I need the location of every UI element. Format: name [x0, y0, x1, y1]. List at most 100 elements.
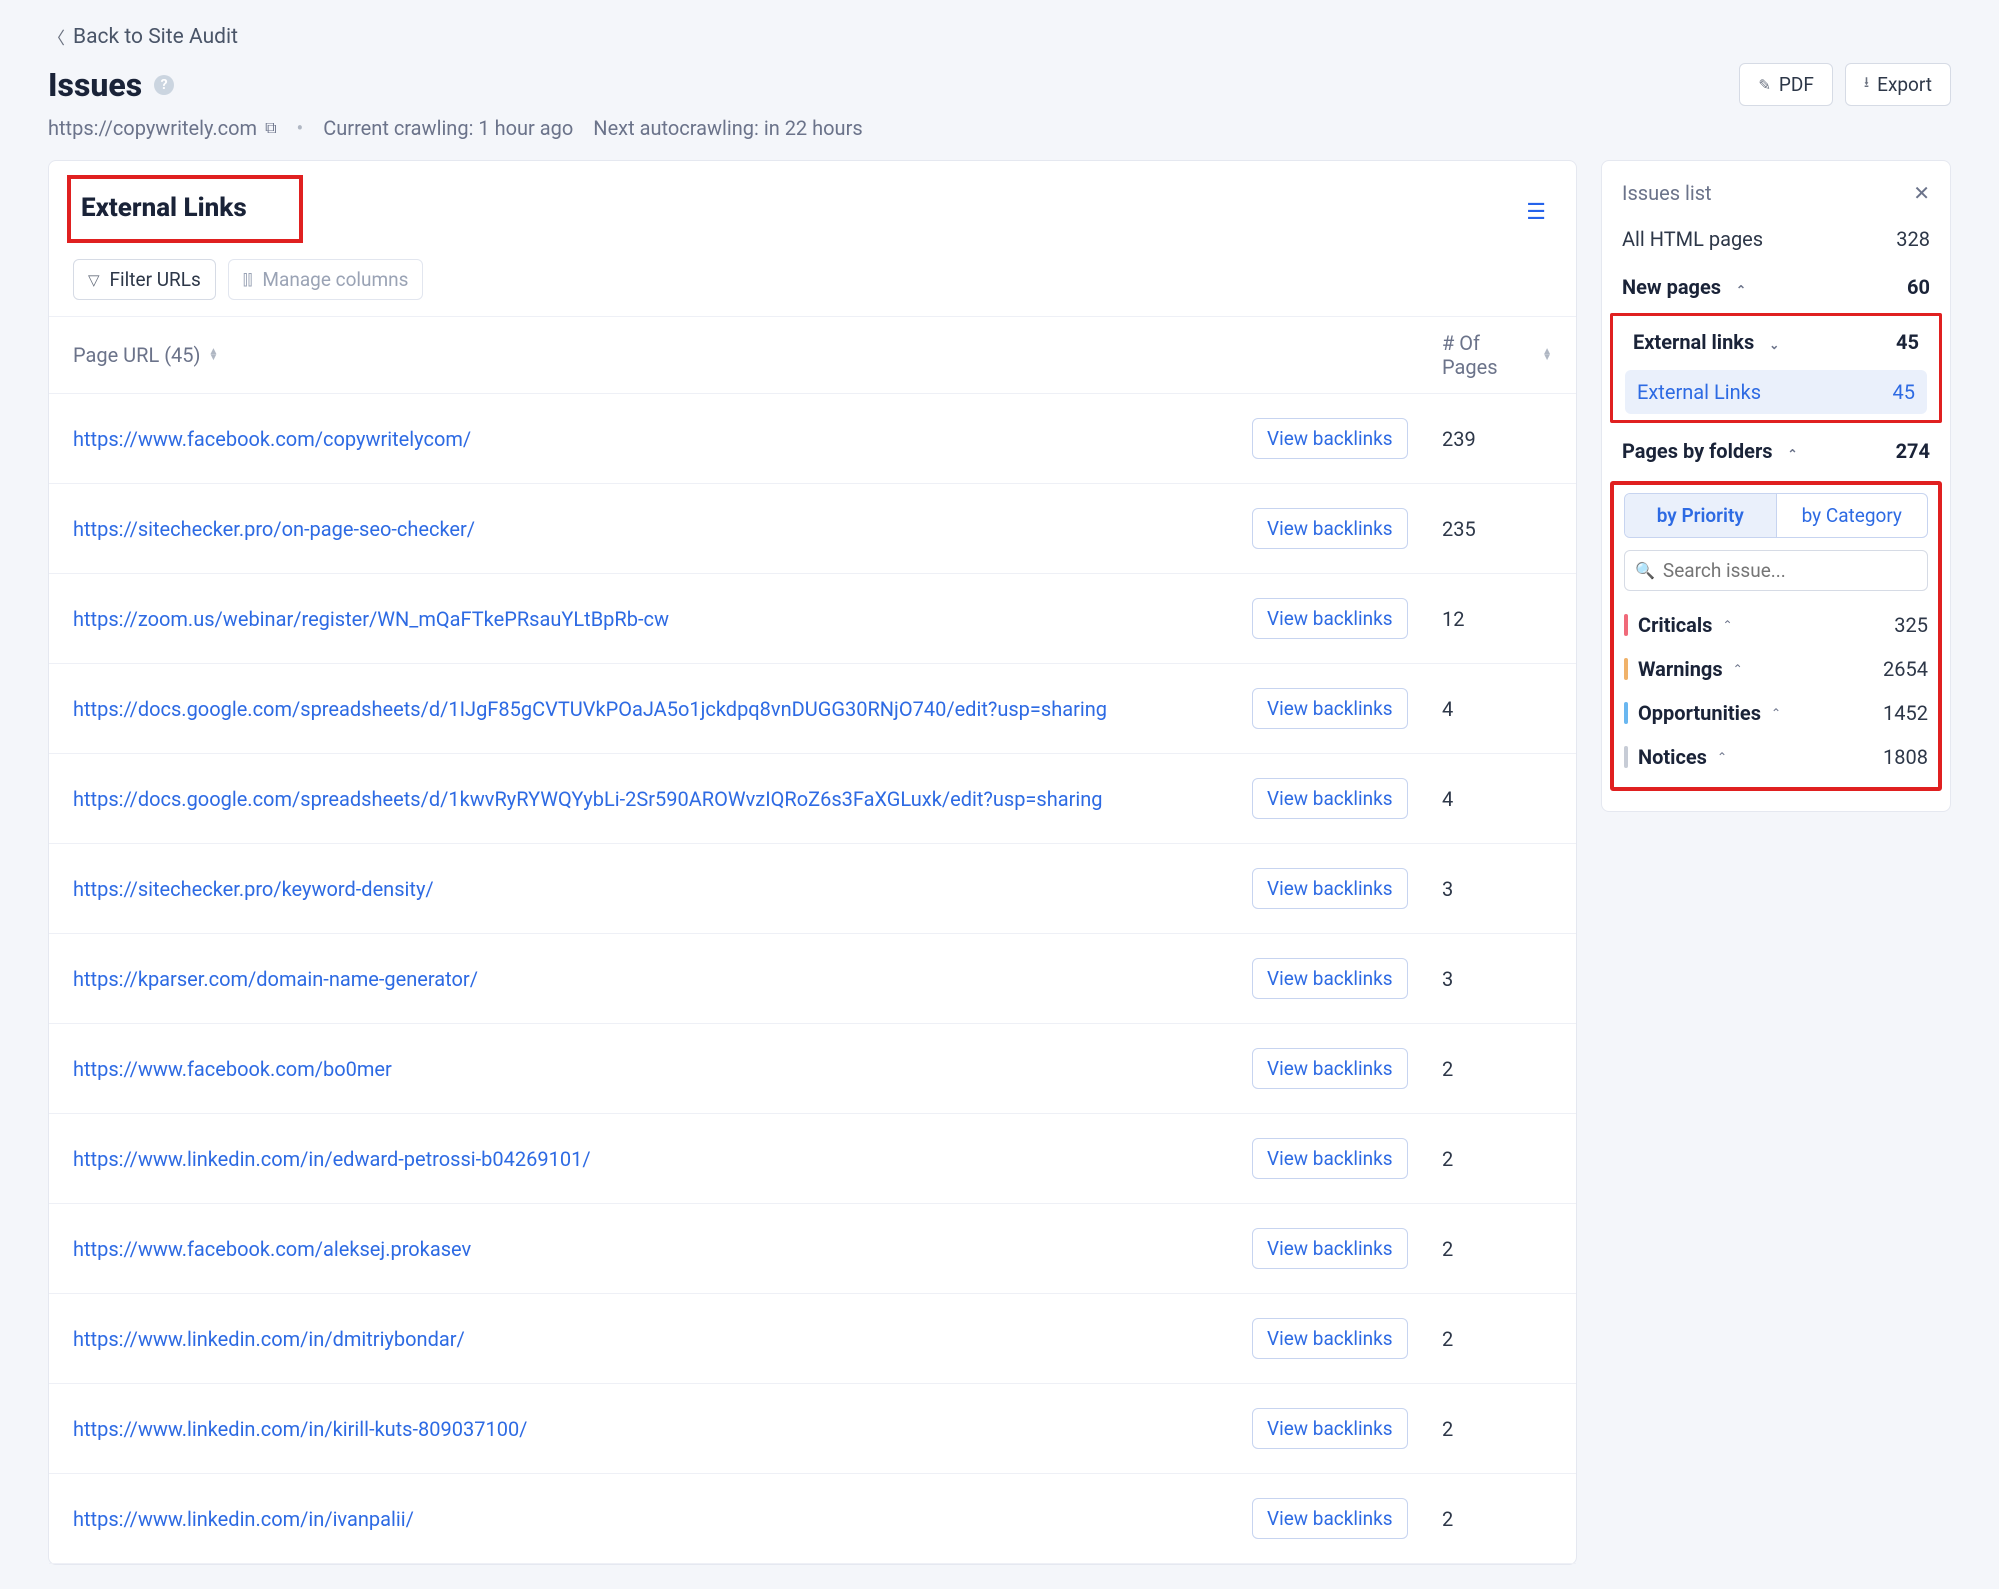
table-row: https://sitechecker.pro/keyword-density/…	[49, 844, 1576, 934]
table-row: https://sitechecker.pro/on-page-seo-chec…	[49, 484, 1576, 574]
column-header-pages[interactable]: # Of Pages ▲▼	[1442, 331, 1552, 379]
page-url-link[interactable]: https://zoom.us/webinar/register/WN_mQaF…	[73, 607, 1252, 631]
severity-color-bar	[1624, 746, 1628, 768]
separator-dot: •	[297, 116, 304, 140]
severity-name: Notices	[1638, 745, 1707, 769]
chevron-up-icon: ⌃	[1722, 618, 1732, 632]
chevron-up-icon: ⌃	[1736, 283, 1746, 297]
severity-row[interactable]: Opportunities⌃1452	[1618, 691, 1934, 735]
view-backlinks-button[interactable]: View backlinks	[1252, 1318, 1408, 1359]
tab-by-priority[interactable]: by Priority	[1625, 494, 1776, 537]
pdf-button[interactable]: ✎ PDF	[1739, 63, 1833, 106]
column-header-url-text: Page URL (45)	[73, 343, 201, 367]
table-row: https://docs.google.com/spreadsheets/d/1…	[49, 754, 1576, 844]
page-title-text: Issues	[48, 66, 142, 104]
pdf-icon: ✎	[1758, 76, 1771, 94]
page-url-link[interactable]: https://www.linkedin.com/in/edward-petro…	[73, 1147, 1252, 1171]
sidebar-item-label: All HTML pages	[1622, 227, 1763, 251]
view-backlinks-button[interactable]: View backlinks	[1252, 418, 1408, 459]
sidebar-item-folders[interactable]: Pages by folders ⌃ 274	[1602, 427, 1950, 475]
severity-row[interactable]: Criticals⌃325	[1618, 603, 1934, 647]
sort-arrows-icon: ▲▼	[209, 349, 219, 361]
column-header-url[interactable]: Page URL (45) ▲▼	[73, 331, 1252, 379]
view-backlinks-button[interactable]: View backlinks	[1252, 598, 1408, 639]
table-row: https://www.linkedin.com/in/kirill-kuts-…	[49, 1384, 1576, 1474]
page-url-link[interactable]: https://www.linkedin.com/in/dmitriybonda…	[73, 1327, 1252, 1351]
pages-count: 239	[1442, 427, 1552, 451]
page-url-link[interactable]: https://www.facebook.com/copywritelycom/	[73, 427, 1252, 451]
sidebar-subitem-external-links[interactable]: External Links 45	[1625, 370, 1927, 414]
view-backlinks-button[interactable]: View backlinks	[1252, 868, 1408, 909]
pages-count: 4	[1442, 787, 1552, 811]
export-button[interactable]: ⭳ Export	[1845, 63, 1951, 106]
sidebar-item-label: New pages	[1622, 275, 1721, 299]
severity-name: Warnings	[1638, 657, 1723, 681]
view-backlinks-button[interactable]: View backlinks	[1252, 1138, 1408, 1179]
severity-color-bar	[1624, 658, 1628, 680]
view-backlinks-button[interactable]: View backlinks	[1252, 1408, 1408, 1449]
view-backlinks-button[interactable]: View backlinks	[1252, 688, 1408, 729]
close-icon[interactable]: ✕	[1913, 181, 1930, 205]
sidebar-item-new-pages[interactable]: New pages ⌃ 60	[1602, 263, 1950, 311]
export-button-label: Export	[1877, 73, 1932, 96]
sidebar-item-label: External links	[1633, 330, 1754, 354]
site-url-text: https://copywritely.com	[48, 116, 257, 140]
sidebar-title: Issues list	[1622, 181, 1712, 205]
severity-count: 1452	[1883, 701, 1928, 725]
table-row: https://www.facebook.com/bo0merView back…	[49, 1024, 1576, 1114]
severity-row[interactable]: Warnings⌃2654	[1618, 647, 1934, 691]
site-url-link[interactable]: https://copywritely.com ⧉	[48, 116, 277, 140]
page-url-link[interactable]: https://docs.google.com/spreadsheets/d/1…	[73, 697, 1252, 721]
table-row: https://zoom.us/webinar/register/WN_mQaF…	[49, 574, 1576, 664]
page-url-link[interactable]: https://www.linkedin.com/in/ivanpalii/	[73, 1507, 1252, 1531]
manage-columns-button[interactable]: ⫿⫿ Manage columns	[228, 259, 424, 300]
page-url-link[interactable]: https://www.facebook.com/aleksej.prokase…	[73, 1237, 1252, 1261]
severity-row[interactable]: Notices⌃1808	[1618, 735, 1934, 779]
table-row: https://www.linkedin.com/in/dmitriybonda…	[49, 1294, 1576, 1384]
page-url-link[interactable]: https://www.linkedin.com/in/kirill-kuts-…	[73, 1417, 1252, 1441]
severity-color-bar	[1624, 702, 1628, 724]
pages-count: 2	[1442, 1147, 1552, 1171]
table-row: https://www.facebook.com/copywritelycom/…	[49, 394, 1576, 484]
crawl-status: Current crawling: 1 hour ago	[323, 116, 573, 140]
page-url-link[interactable]: https://sitechecker.pro/keyword-density/	[73, 877, 1252, 901]
back-to-site-audit-link[interactable]: 〈 Back to Site Audit	[48, 24, 238, 49]
filter-urls-button[interactable]: ▽ Filter URLs	[73, 259, 216, 300]
view-backlinks-button[interactable]: View backlinks	[1252, 1498, 1408, 1539]
severity-name: Criticals	[1638, 613, 1712, 637]
chevron-up-icon: ⌃	[1717, 750, 1727, 764]
pages-count: 235	[1442, 517, 1552, 541]
search-issue-input[interactable]	[1663, 559, 1917, 582]
table-row: https://kparser.com/domain-name-generato…	[49, 934, 1576, 1024]
page-url-link[interactable]: https://docs.google.com/spreadsheets/d/1…	[73, 787, 1252, 811]
sidebar-item-count: 45	[1896, 330, 1919, 354]
view-backlinks-button[interactable]: View backlinks	[1252, 958, 1408, 999]
search-issue-field[interactable]: 🔍	[1624, 550, 1928, 591]
manage-columns-label: Manage columns	[262, 268, 408, 291]
columns-icon: ⫿⫿	[243, 271, 253, 289]
pages-count: 2	[1442, 1237, 1552, 1261]
tab-by-category[interactable]: by Category	[1776, 494, 1928, 537]
view-backlinks-button[interactable]: View backlinks	[1252, 508, 1408, 549]
page-url-link[interactable]: https://kparser.com/domain-name-generato…	[73, 967, 1252, 991]
view-backlinks-button[interactable]: View backlinks	[1252, 1048, 1408, 1089]
page-url-link[interactable]: https://www.facebook.com/bo0mer	[73, 1057, 1252, 1081]
pages-count: 4	[1442, 697, 1552, 721]
info-icon[interactable]: ?	[154, 75, 174, 95]
chevron-up-icon: ⌃	[1771, 706, 1781, 720]
download-icon: ⭳	[1864, 72, 1869, 97]
severity-count: 2654	[1883, 657, 1928, 681]
column-header-pages-text: # Of Pages	[1442, 331, 1534, 379]
pages-count: 3	[1442, 967, 1552, 991]
sidebar-item-external-links[interactable]: External links ⌄ 45	[1613, 318, 1939, 366]
pages-count: 2	[1442, 1057, 1552, 1081]
page-url-link[interactable]: https://sitechecker.pro/on-page-seo-chec…	[73, 517, 1252, 541]
view-backlinks-button[interactable]: View backlinks	[1252, 778, 1408, 819]
back-label: Back to Site Audit	[73, 25, 238, 49]
next-crawl: Next autocrawling: in 22 hours	[593, 116, 862, 140]
view-backlinks-button[interactable]: View backlinks	[1252, 1228, 1408, 1269]
pages-count: 12	[1442, 607, 1552, 631]
sidebar-item-all-html[interactable]: All HTML pages 328	[1602, 215, 1950, 263]
section-title: External Links	[81, 193, 247, 223]
filter-bars-icon[interactable]: ☰	[1526, 200, 1552, 225]
